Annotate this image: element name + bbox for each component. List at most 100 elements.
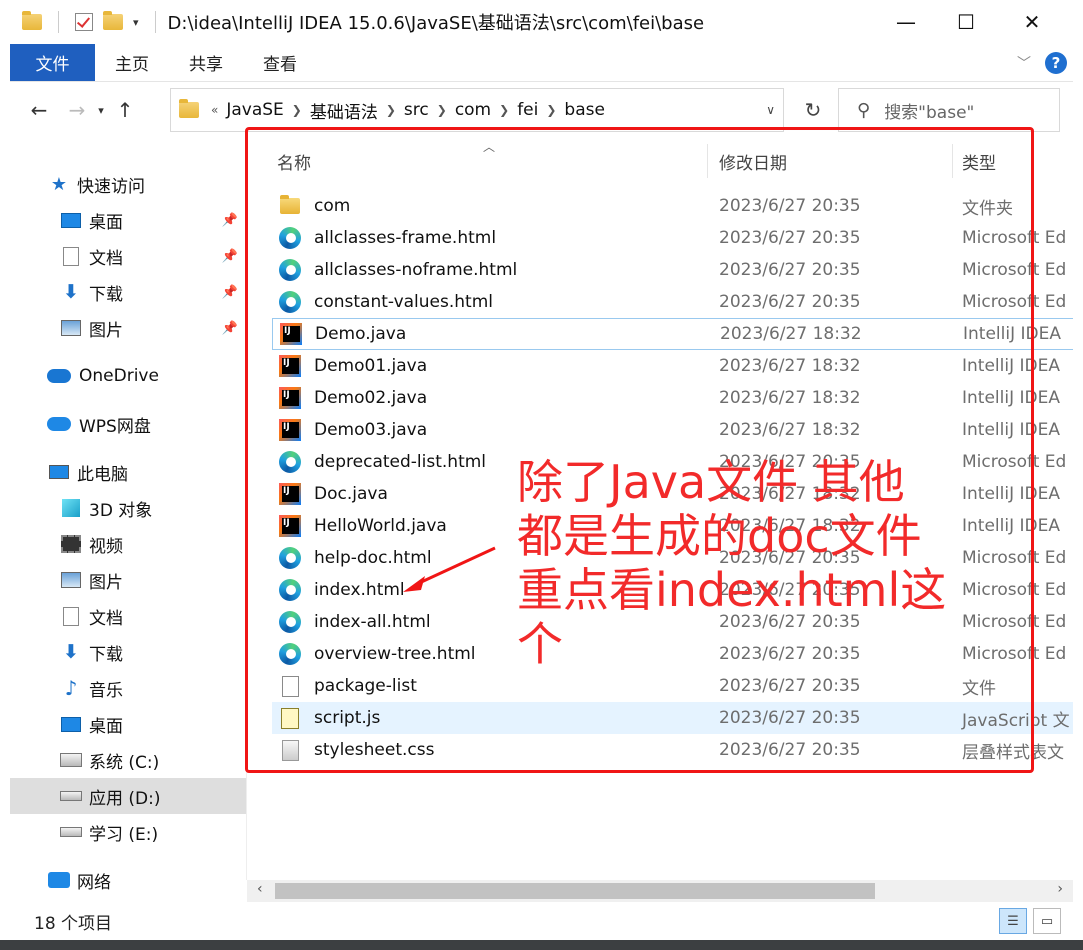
intellij-icon: [278, 386, 302, 410]
properties-icon[interactable]: [75, 13, 93, 31]
close-button[interactable]: ✕: [1006, 0, 1058, 44]
back-arrow-icon[interactable]: ←: [24, 98, 54, 122]
annotation-line: 个: [517, 617, 563, 671]
file-row[interactable]: Demo03.java 2023/6/27 18:32 IntelliJ IDEA: [272, 414, 1073, 446]
explorer-window: ▾ D:\idea\IntelliJ IDEA 15.0.6\JavaSE\基础…: [0, 0, 1083, 950]
document-icon: [60, 246, 82, 266]
maximize-button[interactable]: ☐: [940, 0, 992, 44]
sidebar-item-onedrive[interactable]: OneDrive: [10, 358, 246, 394]
file-row[interactable]: allclasses-frame.html 2023/6/27 20:35 Micr…: [272, 222, 1073, 254]
up-arrow-icon[interactable]: ↑: [110, 98, 140, 122]
file-row[interactable]: package-list 2023/6/27 20:35 文件: [272, 670, 1073, 702]
sidebar-item-downloads-pc[interactable]: ⬇ 下载: [10, 634, 246, 670]
sidebar-item-wps-cloud[interactable]: WPS网盘: [10, 406, 246, 442]
breadcrumb-separator-icon[interactable]: ❯: [386, 103, 396, 117]
scroll-right-icon[interactable]: ›: [1057, 881, 1063, 897]
file-date: 2023/6/27 18:32: [719, 356, 861, 376]
edge-icon: [278, 290, 302, 314]
pin-icon[interactable]: 📌: [222, 249, 238, 264]
horizontal-scrollbar[interactable]: ‹ ›: [247, 880, 1073, 902]
pin-icon[interactable]: 📌: [222, 285, 238, 300]
sidebar-item-desktop-pc[interactable]: 桌面: [10, 706, 246, 742]
minimize-button[interactable]: —: [880, 0, 932, 44]
sidebar-item-pictures-pc[interactable]: 图片: [10, 562, 246, 598]
breadcrumb-fei[interactable]: fei: [517, 100, 538, 120]
breadcrumb-javase[interactable]: JavaSE: [226, 100, 283, 120]
file-row[interactable]: stylesheet.css 2023/6/27 20:35 层叠样式表文: [272, 734, 1073, 766]
sidebar-item-drive-c[interactable]: 系统 (C:): [10, 742, 246, 778]
sidebar-item-network[interactable]: 网络: [10, 862, 246, 898]
file-row[interactable]: com 2023/6/27 20:35 文件夹: [272, 190, 1073, 222]
tab-share[interactable]: 共享: [169, 44, 243, 81]
breadcrumb-src[interactable]: src: [404, 100, 429, 120]
file-row[interactable]: constant-values.html 2023/6/27 20:35 Micro…: [272, 286, 1073, 318]
sidebar-item-pictures[interactable]: 图片 📌: [10, 310, 246, 346]
tab-home[interactable]: 主页: [95, 44, 169, 81]
file-date: 2023/6/27 20:35: [719, 196, 861, 216]
sidebar-item-videos[interactable]: 视频: [10, 526, 246, 562]
download-icon: ⬇: [63, 281, 79, 303]
expand-ribbon-icon[interactable]: ﹀: [1017, 53, 1031, 73]
scrollbar-thumb[interactable]: [275, 883, 875, 899]
address-dropdown-icon[interactable]: ∨: [766, 103, 775, 117]
forward-arrow-icon[interactable]: →: [62, 98, 92, 122]
breadcrumb-separator-icon[interactable]: ❯: [546, 103, 556, 117]
desktop-icon: [60, 715, 82, 733]
sidebar-item-this-pc[interactable]: 此电脑: [10, 454, 246, 490]
intellij-icon: [278, 514, 302, 538]
breadcrumb-separator-icon[interactable]: ❯: [499, 103, 509, 117]
breadcrumb-separator-icon[interactable]: ❯: [437, 103, 447, 117]
file-row[interactable]: Demo02.java 2023/6/27 18:32 IntelliJ IDEA: [272, 382, 1073, 414]
sidebar-item-downloads[interactable]: ⬇ 下载 📌: [10, 274, 246, 310]
column-header-name[interactable]: 名称: [277, 144, 707, 178]
column-header-date[interactable]: 修改日期: [719, 144, 949, 178]
sidebar-item-label: 音乐: [89, 680, 123, 701]
file-name: constant-values.html: [314, 292, 493, 312]
refresh-icon[interactable]: ↻: [788, 88, 838, 132]
file-row[interactable]: Demo01.java 2023/6/27 18:32 IntelliJ IDEA: [272, 350, 1073, 382]
download-icon: ⬇: [63, 641, 79, 663]
column-separator[interactable]: [952, 144, 953, 178]
tab-view[interactable]: 查看: [243, 44, 317, 81]
file-row[interactable]: Demo.java 2023/6/27 18:32 IntelliJ IDEA: [272, 318, 1073, 350]
sidebar-item-documents-pc[interactable]: 文档: [10, 598, 246, 634]
help-icon[interactable]: ?: [1045, 51, 1067, 74]
breadcrumb-basic-syntax[interactable]: 基础语法: [310, 98, 378, 123]
large-icons-view-icon[interactable]: ▭: [1033, 908, 1061, 934]
search-box[interactable]: ⚲ 搜索"base": [838, 88, 1060, 132]
sidebar-item-music[interactable]: ♪ 音乐: [10, 670, 246, 706]
sidebar-item-label: 应用 (D:): [89, 788, 161, 809]
javascript-file-icon: [278, 706, 302, 730]
details-view-icon[interactable]: ☰: [999, 908, 1027, 934]
file-row[interactable]: script.js 2023/6/27 20:35 JavaScript 文: [272, 702, 1073, 734]
breadcrumb-separator-icon[interactable]: ❯: [292, 103, 302, 117]
sidebar-item-desktop[interactable]: 桌面 📌: [10, 202, 246, 238]
sidebar-item-label: 文档: [89, 608, 123, 629]
sidebar-item-drive-e[interactable]: 学习 (E:): [10, 814, 246, 850]
sidebar-item-quick-access[interactable]: ★ 快速访问: [10, 166, 246, 202]
address-bar[interactable]: « JavaSE ❯ 基础语法 ❯ src ❯ com ❯ fei ❯ base…: [170, 88, 784, 132]
column-header-type[interactable]: 类型: [962, 144, 1073, 178]
file-type: IntelliJ IDEA: [963, 324, 1061, 344]
tab-file[interactable]: 文件: [10, 44, 95, 81]
pin-icon[interactable]: 📌: [222, 321, 238, 336]
recent-locations-chevron-icon[interactable]: ▾: [92, 104, 110, 117]
file-type: Microsoft Ed: [962, 228, 1067, 248]
new-folder-icon[interactable]: [103, 11, 123, 30]
search-input[interactable]: 搜索"base": [884, 98, 974, 123]
file-type: IntelliJ IDEA: [962, 388, 1060, 408]
folder-icon[interactable]: [22, 11, 42, 30]
address-overflow[interactable]: «: [211, 103, 218, 117]
sidebar-item-documents[interactable]: 文档 📌: [10, 238, 246, 274]
pin-icon[interactable]: 📌: [222, 213, 238, 228]
column-separator[interactable]: [707, 144, 708, 178]
chevron-down-icon[interactable]: ▾: [133, 16, 139, 29]
desktop-icon: [60, 211, 82, 229]
file-name: package-list: [314, 676, 417, 696]
sidebar-item-3d-objects[interactable]: 3D 对象: [10, 490, 246, 526]
scroll-left-icon[interactable]: ‹: [257, 881, 263, 897]
file-row[interactable]: allclasses-noframe.html 2023/6/27 20:35 Mi…: [272, 254, 1073, 286]
breadcrumb-com[interactable]: com: [455, 100, 491, 120]
breadcrumb-base[interactable]: base: [564, 100, 605, 120]
sidebar-item-drive-d[interactable]: 应用 (D:): [10, 778, 246, 814]
